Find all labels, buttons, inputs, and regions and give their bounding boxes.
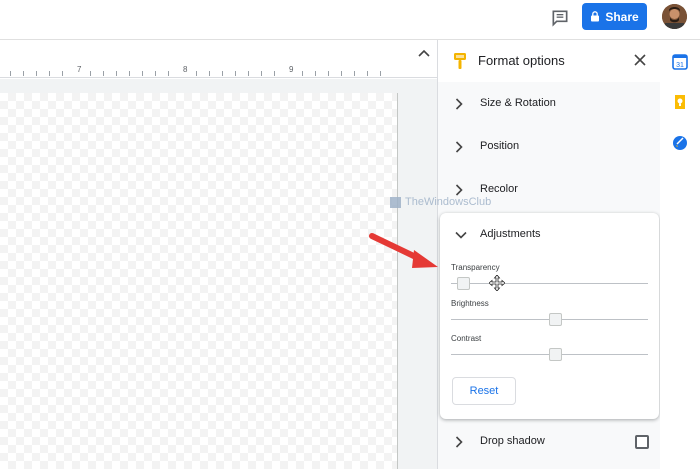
format-options-panel: Format options Size & Rotation Position …	[437, 40, 661, 469]
addons-sidebar: 31	[660, 40, 700, 469]
chevron-right-icon	[455, 141, 463, 153]
ruler-tick	[354, 71, 355, 76]
move-cursor-icon	[489, 275, 505, 291]
transparency-label: Transparency	[451, 263, 500, 272]
ruler-tick	[315, 71, 316, 76]
share-button[interactable]: Share	[582, 3, 647, 30]
brightness-slider-thumb[interactable]	[549, 313, 562, 326]
chevron-right-icon	[455, 98, 463, 110]
calendar-icon[interactable]: 31	[672, 54, 688, 70]
watermark-logo-icon	[390, 196, 401, 208]
contrast-slider-thumb[interactable]	[549, 348, 562, 361]
drop-shadow-checkbox[interactable]	[635, 435, 649, 449]
adjustments-card: Adjustments Transparency Brightness Cont…	[440, 213, 659, 419]
transparent-image[interactable]	[0, 93, 398, 469]
ruler-tick	[302, 71, 303, 76]
chevron-right-icon	[455, 184, 463, 196]
share-label: Share	[605, 9, 639, 24]
keep-icon[interactable]	[672, 94, 688, 110]
avatar[interactable]	[662, 4, 687, 29]
ruler-number: 7	[77, 65, 82, 74]
ruler-tick	[380, 71, 381, 76]
red-arrow-annotation	[369, 233, 438, 268]
section-label: Position	[480, 140, 520, 152]
ruler-tick	[49, 71, 50, 76]
watermark-text: TheWindowsClub	[405, 196, 492, 208]
app-window: Share 7 8 9 Format options Size & Rotati…	[0, 0, 700, 469]
ruler-tick	[222, 71, 223, 76]
ruler-tick	[168, 71, 169, 76]
section-label: Size & Rotation	[480, 97, 556, 109]
contrast-label: Contrast	[451, 334, 482, 343]
chevron-down-icon[interactable]	[455, 231, 467, 239]
comment-icon[interactable]	[550, 8, 570, 28]
ruler-tick	[209, 71, 210, 76]
ruler-tick	[274, 71, 275, 76]
section-drop-shadow[interactable]: Drop shadow	[438, 422, 661, 462]
paint-format-icon	[454, 53, 466, 69]
ruler-tick	[142, 71, 143, 76]
ruler: 7 8 9	[0, 64, 437, 78]
ruler-tick	[62, 71, 63, 76]
adjustments-label[interactable]: Adjustments	[480, 228, 541, 240]
ruler-tick	[116, 71, 117, 76]
ruler-tick	[103, 71, 104, 76]
ruler-number: 8	[183, 65, 188, 74]
section-position[interactable]: Position	[438, 127, 661, 167]
watermark: TheWindowsClub	[390, 196, 491, 208]
transparency-slider-thumb[interactable]	[457, 277, 470, 290]
section-label: Recolor	[480, 183, 518, 195]
svg-text:31: 31	[676, 62, 684, 69]
transparency-slider-track[interactable]	[451, 283, 648, 284]
ruler-tick	[261, 71, 262, 76]
top-bar: Share	[0, 0, 700, 40]
ruler-tick	[10, 71, 11, 76]
brightness-label: Brightness	[451, 299, 489, 308]
lock-icon	[591, 11, 600, 22]
close-icon[interactable]	[634, 54, 646, 66]
panel-header: Format options	[438, 40, 661, 82]
ruler-tick	[367, 71, 368, 76]
ruler-tick	[36, 71, 37, 76]
ruler-tick	[235, 71, 236, 76]
ruler-tick	[129, 71, 130, 76]
section-size-rotation[interactable]: Size & Rotation	[438, 84, 661, 124]
chevron-right-icon	[455, 436, 463, 448]
slide-canvas	[0, 79, 437, 469]
ruler-tick	[23, 71, 24, 76]
tasks-icon[interactable]	[672, 135, 688, 151]
chevron-up-icon[interactable]	[418, 48, 430, 58]
panel-title: Format options	[478, 53, 565, 68]
section-label: Drop shadow	[480, 435, 545, 447]
ruler-tick	[341, 71, 342, 76]
ruler-tick	[155, 71, 156, 76]
ruler-tick	[248, 71, 249, 76]
reset-button[interactable]: Reset	[452, 377, 516, 405]
ruler-tick	[90, 71, 91, 76]
ruler-tick	[328, 71, 329, 76]
ruler-number: 9	[289, 65, 294, 74]
ruler-tick	[196, 71, 197, 76]
